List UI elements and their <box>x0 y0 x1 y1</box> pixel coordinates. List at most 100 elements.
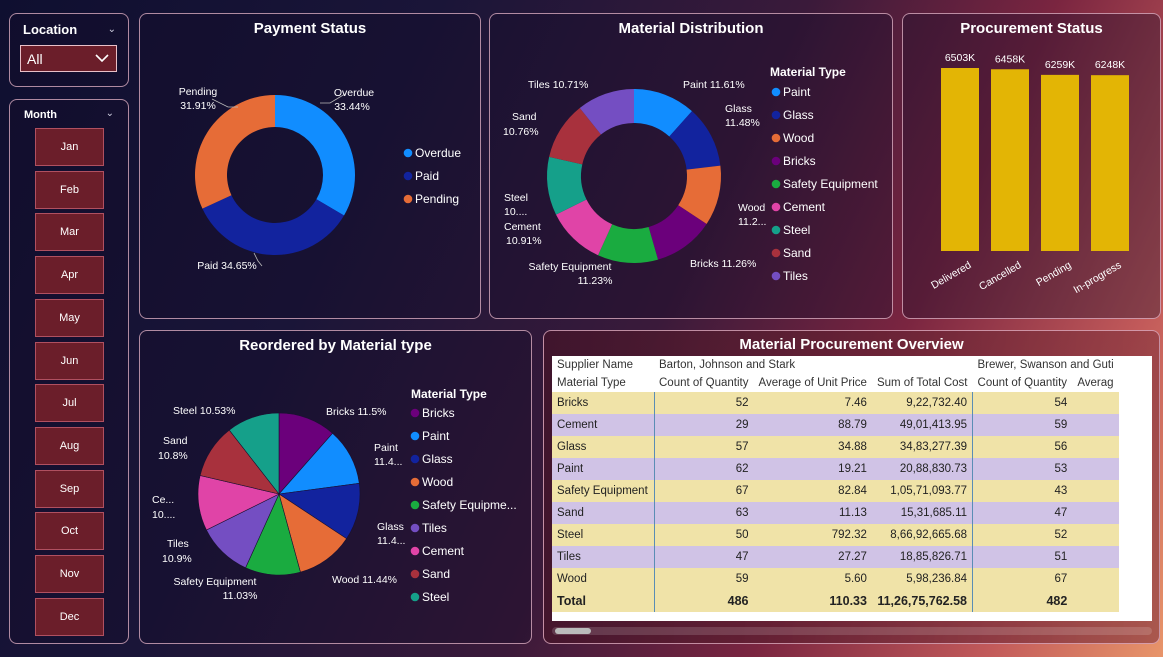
legend-item[interactable]: Paid <box>415 169 439 183</box>
table-cell-count: 57 <box>653 436 754 458</box>
legend-item[interactable]: Wood <box>783 131 814 145</box>
legend-item[interactable]: Steel <box>783 223 810 237</box>
legend-item[interactable]: Paint <box>783 85 811 99</box>
table-cell-overflow <box>1072 568 1119 590</box>
procurement-table[interactable]: Supplier Name Barton, Johnson and Stark … <box>552 356 1152 621</box>
location-dropdown[interactable]: All <box>20 45 117 72</box>
month-button-jan[interactable]: Jan <box>35 128 104 166</box>
legend-item[interactable]: Glass <box>422 452 453 466</box>
steel-name-label: Steel <box>504 192 528 204</box>
cement-name-label: Ce... <box>152 494 174 506</box>
table-cell-avg: 7.46 <box>753 392 872 414</box>
safety-pct-label: 11.03% <box>223 590 258 602</box>
table-cell-sum: 15,31,685.11 <box>871 502 973 524</box>
table-row[interactable]: Sand 63 11.13 15,31,685.11 47 <box>552 502 1119 524</box>
payment-status-card: Payment Status Pending 31.91% Overdue 33… <box>139 13 481 319</box>
column-header[interactable]: Sum of Total Cost <box>871 374 973 392</box>
legend-marker <box>771 133 781 143</box>
legend-item[interactable]: Sand <box>783 246 811 260</box>
legend-item[interactable]: Paint <box>422 429 450 443</box>
paint-label: Paint 11.61% <box>683 79 745 91</box>
month-slicer: Month ⌄ Jan Feb Mar Apr May Jun Jul Aug Sep Oct No… <box>9 99 129 644</box>
legend-item[interactable]: Safety Equipme... <box>422 498 517 512</box>
table-row[interactable]: Cement 29 88.79 49,01,413.95 59 <box>552 414 1119 436</box>
table-cell-count: 47 <box>653 546 754 568</box>
legend-item[interactable]: Bricks <box>783 154 816 168</box>
reordered-legend-title: Material Type <box>411 387 487 401</box>
table-cell-sum: 20,88,830.73 <box>871 458 973 480</box>
bar-pending[interactable] <box>1041 74 1079 252</box>
legend-item[interactable]: Bricks <box>422 406 455 420</box>
column-header[interactable]: Averag <box>1072 374 1119 392</box>
month-button-mar[interactable]: Mar <box>35 213 104 252</box>
month-button-nov[interactable]: Nov <box>35 555 104 593</box>
table-row[interactable]: Tiles 47 27.27 18,85,826.71 51 <box>552 546 1119 568</box>
slice-paid[interactable] <box>202 195 345 255</box>
month-button-oct[interactable]: Oct <box>35 512 104 551</box>
legend-item[interactable]: Cement <box>783 200 826 214</box>
table-cell-count2: 56 <box>972 436 1073 458</box>
table-cell-overflow <box>1072 502 1119 524</box>
legend-item[interactable]: Tiles <box>422 521 447 535</box>
chevron-down-icon[interactable]: ⌄ <box>108 24 116 35</box>
legend-marker <box>771 271 781 281</box>
legend-marker <box>771 87 781 97</box>
table-row[interactable]: Steel 50 792.32 8,66,92,665.68 52 <box>552 524 1119 546</box>
material-distribution-donut-chart: Paint 11.61% Glass 11.48% Wood 11.2... B… <box>503 65 878 287</box>
reordered-pie-chart: Bricks 11.5% Paint 11.4... Glass 11.4...… <box>152 387 517 604</box>
table-row[interactable]: Bricks 52 7.46 9,22,732.40 54 <box>552 392 1119 414</box>
table-cell-overflow <box>1072 480 1119 502</box>
legend-item[interactable]: Sand <box>422 567 450 581</box>
horizontal-scrollbar[interactable] <box>552 627 1152 635</box>
table-cell-count2: 52 <box>972 524 1073 546</box>
procurement-status-card: Procurement Status 6503K Delivered 6458K Ca… <box>902 13 1161 319</box>
column-header[interactable]: Count of Quantity <box>972 374 1073 392</box>
slice-overdue[interactable] <box>275 95 355 216</box>
tiles-label: Tiles 10.71% <box>528 79 588 91</box>
month-button-dec[interactable]: Dec <box>35 597 104 636</box>
table-row[interactable]: Wood 59 5.60 5,98,236.84 67 <box>552 568 1119 590</box>
legend-item[interactable]: Steel <box>422 590 449 604</box>
location-slicer-title: Location <box>23 22 78 37</box>
bar-in-progress[interactable] <box>1091 75 1129 251</box>
legend-item[interactable]: Safety Equipment <box>783 177 878 191</box>
table-row[interactable]: Paint 62 19.21 20,88,830.73 53 <box>552 458 1119 480</box>
sand-name-label: Sand <box>512 111 537 123</box>
sand-pct-label: 10.8% <box>158 450 188 462</box>
month-button-aug[interactable]: Aug <box>35 426 104 465</box>
month-button-feb[interactable]: Feb <box>35 170 104 209</box>
chevron-down-icon <box>95 54 109 63</box>
legend-item[interactable]: Tiles <box>783 269 808 283</box>
table-total-row[interactable]: Total 486 110.33 11,26,75,762.58 482 <box>552 590 1119 612</box>
legend-item[interactable]: Pending <box>415 192 459 206</box>
bar-delivered[interactable] <box>941 68 979 251</box>
legend-marker <box>410 431 420 441</box>
month-slicer-title: Month <box>24 109 57 121</box>
scrollbar-thumb[interactable] <box>555 628 591 634</box>
material-type-header[interactable]: Material Type <box>552 374 654 392</box>
legend-item[interactable]: Overdue <box>415 146 461 160</box>
legend-item[interactable]: Cement <box>422 544 465 558</box>
month-button-jul[interactable]: Jul <box>35 384 104 423</box>
material-procurement-card: Material Procurement Overview Supplier N… <box>543 330 1160 644</box>
column-header[interactable]: Count of Quantity <box>654 374 754 392</box>
table-cell-name: Safety Equipment <box>552 480 654 502</box>
month-button-apr[interactable]: Apr <box>35 256 104 295</box>
supplier-1-name[interactable]: Barton, Johnson and Stark <box>654 356 973 374</box>
table-row[interactable]: Safety Equipment 67 82.84 1,05,71,093.77 43 <box>552 480 1119 502</box>
month-button-jun[interactable]: Jun <box>35 341 104 380</box>
month-button-may[interactable]: May <box>35 298 104 337</box>
column-header[interactable]: Average of Unit Price <box>753 374 872 392</box>
table-row[interactable]: Glass 57 34.88 34,83,277.39 56 <box>552 436 1119 458</box>
month-button-sep[interactable]: Sep <box>35 469 104 508</box>
bar-cancelled[interactable] <box>991 69 1029 251</box>
legend-item[interactable]: Glass <box>783 108 814 122</box>
supplier-2-name[interactable]: Brewer, Swanson and Guti <box>972 356 1119 374</box>
legend-item[interactable]: Wood <box>422 475 453 489</box>
location-slicer: Location ⌄ All <box>9 13 129 87</box>
table-cell-name: Bricks <box>552 392 654 414</box>
table-cell-count: 29 <box>653 414 754 436</box>
slice-pending[interactable] <box>195 95 275 209</box>
chevron-down-icon[interactable]: ⌄ <box>106 108 114 119</box>
material-distribution-card: Material Distribution Paint 11.61% Glass… <box>489 13 893 319</box>
